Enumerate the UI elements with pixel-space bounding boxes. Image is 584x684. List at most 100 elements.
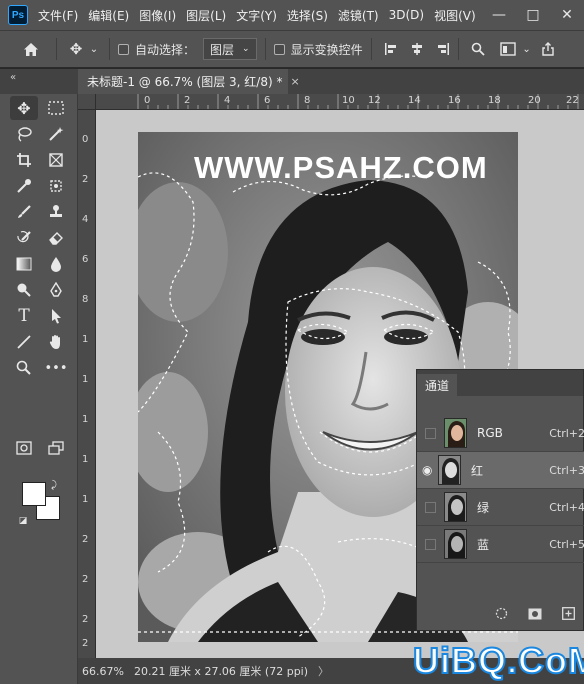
ruler-label: 6 [264,95,271,106]
separator [264,38,266,60]
foreground-color-swatch[interactable] [22,482,46,506]
horizontal-ruler[interactable]: 0 2 4 6 8 10 12 14 16 18 20 22 [96,94,584,110]
history-brush-tool-icon[interactable] [10,226,38,250]
frame-tool-icon[interactable] [42,148,70,172]
eye-icon[interactable]: ◉ [422,463,438,477]
save-selection-mask-icon[interactable] [528,608,542,623]
menu-view[interactable]: 视图(V) [434,7,476,24]
menu-filter[interactable]: 滤镜(T) [338,7,379,24]
maximize-button[interactable]: □ [516,0,550,30]
magic-wand-tool-icon[interactable] [42,122,70,146]
share-icon[interactable] [537,42,559,56]
close-icon[interactable]: × [290,75,299,88]
default-colors-icon[interactable]: ◪ [16,514,30,528]
ruler-label: 8 [82,294,89,305]
photoshop-logo[interactable]: Ps [8,5,28,25]
ruler-label: 2 [184,95,191,106]
menu-image[interactable]: 图像(I) [139,7,176,24]
show-transform-checkbox[interactable] [273,43,285,55]
align-buttons [384,42,450,56]
menu-layer[interactable]: 图层(L) [186,7,226,24]
align-center-icon[interactable] [410,42,424,56]
menu-edit[interactable]: 编辑(E) [88,7,129,24]
load-selection-icon[interactable] [495,607,508,623]
stamp-tool-icon[interactable] [42,200,70,224]
ruler-label: 1 [82,414,89,425]
show-transform-label: 显示变换控件 [290,42,363,57]
menu-type[interactable]: 文字(Y) [236,7,277,24]
visibility-toggle[interactable] [425,501,436,513]
hand-tool-icon[interactable] [42,330,70,354]
brush-tool-icon[interactable] [10,200,38,224]
auto-select-label: 自动选择： [135,42,196,57]
eraser-tool-icon[interactable] [42,226,70,250]
marquee-tool-icon[interactable] [42,96,70,120]
menu-select[interactable]: 选择(S) [287,7,328,24]
swap-colors-icon[interactable]: ⤸ [46,478,62,492]
ruler-label: 0 [144,95,151,106]
document-tab[interactable]: 未标题-1 @ 66.7% (图层 3, 红/8) * × [78,69,300,94]
zoom-tool-icon[interactable] [10,356,38,380]
separator [457,38,459,60]
screen-mode-icon[interactable] [42,436,70,460]
collapse-toolbar-icon[interactable]: « [0,69,70,94]
home-icon[interactable] [14,42,48,57]
zoom-level[interactable]: 66.67% [82,665,134,678]
quick-mask-icon[interactable] [10,436,38,460]
healing-tool-icon[interactable] [42,174,70,198]
channel-thumbnail [444,529,467,559]
channel-name: RGB [477,426,503,440]
path-selection-tool-icon[interactable] [42,304,70,328]
auto-select-checkbox[interactable] [118,43,129,55]
lasso-tool-icon[interactable] [10,122,38,146]
status-menu-arrow[interactable]: 〉 [318,663,329,679]
ruler-label: 2 [82,174,89,185]
menu-file[interactable]: 文件(F) [38,7,78,24]
ruler-label: 16 [448,95,461,106]
dodge-tool-icon[interactable] [10,278,38,302]
chevron-down-icon[interactable]: ⌄ [521,44,533,55]
type-tool-icon[interactable]: T [10,304,38,328]
channel-shortcut: Ctrl+4 [549,500,584,514]
vertical-ruler[interactable]: 0 2 4 6 8 1 1 1 1 1 2 2 2 2 [78,110,96,658]
minimize-button[interactable]: — [482,0,516,30]
gradient-tool-icon[interactable] [10,252,38,276]
channel-row-blue[interactable]: 蓝 Ctrl+5 [417,526,584,563]
more-tools-icon[interactable]: ••• [42,356,70,380]
channel-name: 红 [471,463,484,478]
channel-row-green[interactable]: 绿 Ctrl+4 [417,489,584,526]
close-window-button[interactable]: ✕ [550,0,584,30]
canvas-watermark: WWW.PSAHZ.COM [194,150,488,185]
workspace-icon[interactable] [495,42,521,56]
move-tool-icon[interactable]: ✥ [65,40,87,58]
visibility-toggle[interactable] [425,427,436,439]
menu-3d[interactable]: 3D(D) [389,8,424,22]
align-right-icon[interactable] [436,42,450,56]
ruler-label: 18 [488,95,501,106]
blur-tool-icon[interactable] [42,252,70,276]
move-tool-icon[interactable]: ✥ [10,96,38,120]
channel-name: 蓝 [477,537,490,552]
crop-tool-icon[interactable] [10,148,38,172]
visibility-toggle[interactable] [425,538,436,550]
channel-shortcut: Ctrl+3 [549,463,584,477]
tab-channels[interactable]: 通道 [417,374,458,396]
new-channel-icon[interactable] [562,607,575,623]
channel-row-rgb[interactable]: RGB Ctrl+2 [417,415,584,452]
ruler-label: 0 [82,134,89,145]
channel-row-red[interactable]: ◉ 红 Ctrl+3 [417,452,584,489]
auto-select-dropdown[interactable]: 图层 ⌄ [203,38,257,60]
options-bar: ✥ ⌄ 自动选择： 图层 ⌄ 显示变换控件 ⌄ [0,30,584,68]
ruler-label: 2 [82,614,89,625]
align-left-icon[interactable] [384,42,398,56]
ruler-label: 6 [82,254,89,265]
window-controls: — □ ✕ [482,0,584,30]
tools-panel: ✥ T ••• ⤸ ◪ [0,94,78,684]
channel-name: 绿 [477,500,490,515]
pen-tool-icon[interactable] [42,278,70,302]
eyedropper-tool-icon[interactable] [10,174,38,198]
chevron-down-icon[interactable]: ⌄ [87,44,101,55]
ruler-label: 22 [566,95,579,106]
search-icon[interactable] [467,42,489,56]
line-tool-icon[interactable] [10,330,38,354]
